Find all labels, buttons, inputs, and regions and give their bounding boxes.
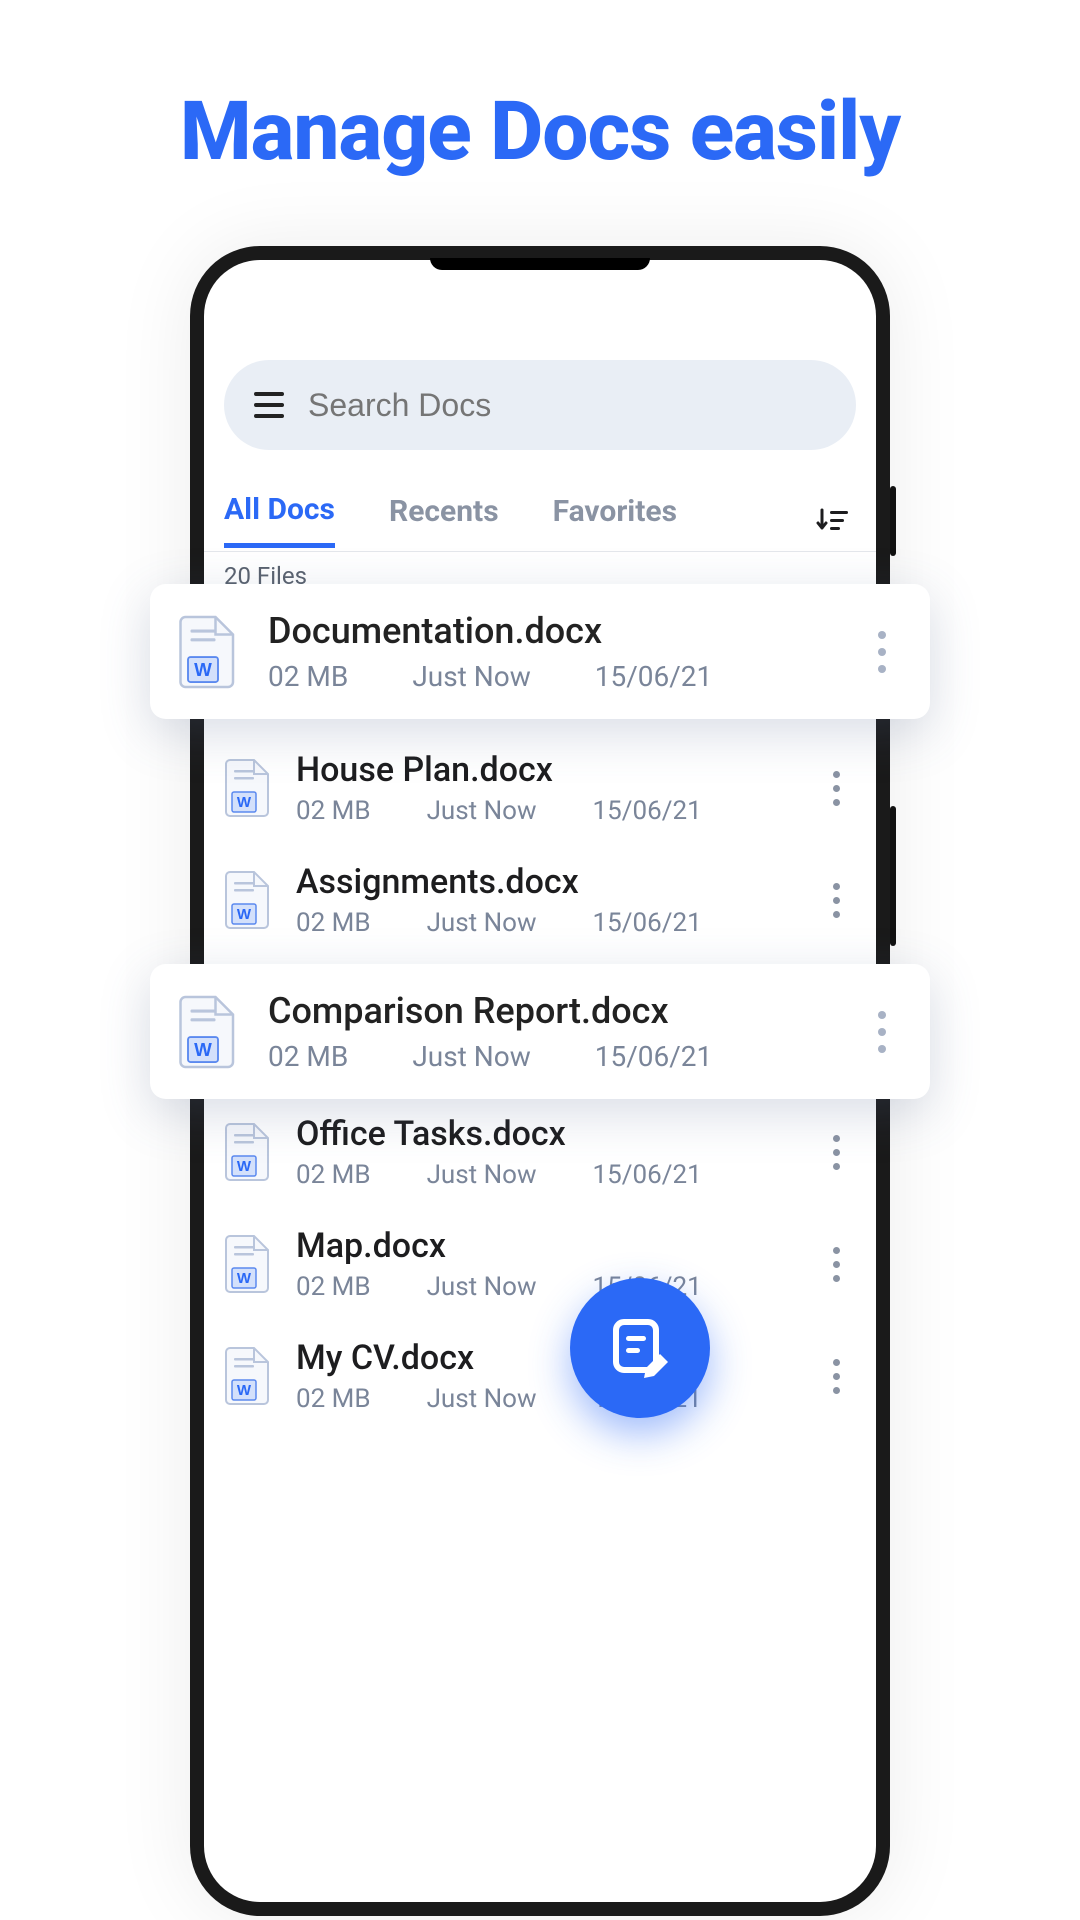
more-options-button[interactable] (862, 631, 902, 673)
file-row-highlighted[interactable]: Documentation.docx 02 MB Just Now 15/06/… (150, 584, 930, 719)
more-options-button[interactable] (816, 883, 856, 918)
file-name: Assignments.docx (296, 862, 816, 902)
more-options-button[interactable] (816, 1247, 856, 1282)
more-options-button[interactable] (862, 1011, 902, 1053)
file-time: Just Now (427, 1272, 537, 1302)
file-time: Just Now (427, 796, 537, 826)
file-time: Just Now (427, 1384, 537, 1414)
docx-icon (224, 1122, 272, 1182)
file-name: House Plan.docx (296, 750, 816, 790)
docx-icon (224, 758, 272, 818)
page-title: Manage Docs easily (0, 84, 1080, 180)
file-time: Just Now (427, 1160, 537, 1190)
phone-side-button (890, 806, 896, 946)
file-name: Comparison Report.docx (268, 990, 852, 1032)
search-input[interactable] (308, 387, 836, 424)
file-size: 02 MB (296, 1272, 371, 1302)
file-date: 15/06/21 (593, 1160, 702, 1190)
file-row[interactable]: Map.docx 02 MB Just Now 15/06/21 (204, 1208, 876, 1320)
file-time: Just Now (412, 1040, 530, 1073)
file-size: 02 MB (296, 1160, 371, 1190)
file-size: 02 MB (296, 796, 371, 826)
file-row[interactable]: Office Tasks.docx 02 MB Just Now 15/06/2… (204, 1096, 876, 1208)
compose-icon (606, 1314, 674, 1382)
file-row[interactable]: My CV.docx 02 MB Just Now 15/06/21 (204, 1320, 876, 1432)
file-row[interactable]: Assignments.docx 02 MB Just Now 15/06/21 (204, 844, 876, 956)
docx-icon (224, 1346, 272, 1406)
sort-icon (816, 506, 852, 534)
file-size: 02 MB (296, 908, 371, 938)
more-options-button[interactable] (816, 1359, 856, 1394)
file-date: 15/06/21 (595, 660, 713, 693)
new-document-fab[interactable] (570, 1278, 710, 1418)
tab-all-docs[interactable]: All Docs (224, 492, 335, 548)
tab-bar: All Docs Recents Favorites (204, 488, 876, 552)
docx-icon (224, 1234, 272, 1294)
file-size: 02 MB (296, 1384, 371, 1414)
more-options-button[interactable] (816, 771, 856, 806)
file-time: Just Now (412, 660, 530, 693)
phone-side-button (890, 486, 896, 556)
more-options-button[interactable] (816, 1135, 856, 1170)
file-name: Documentation.docx (268, 610, 852, 652)
tab-favorites[interactable]: Favorites (553, 494, 677, 545)
file-name: Office Tasks.docx (296, 1114, 816, 1154)
file-time: Just Now (427, 908, 537, 938)
file-date: 15/06/21 (595, 1040, 713, 1073)
file-row[interactable]: House Plan.docx 02 MB Just Now 15/06/21 (204, 732, 876, 844)
file-date: 15/06/21 (593, 908, 702, 938)
file-size: 02 MB (268, 660, 348, 693)
search-bar[interactable] (224, 360, 856, 450)
menu-icon[interactable] (244, 380, 294, 430)
docx-icon (178, 994, 238, 1070)
file-name: Map.docx (296, 1226, 816, 1266)
sort-button[interactable] (812, 498, 856, 542)
docx-icon (224, 870, 272, 930)
file-row-highlighted[interactable]: Comparison Report.docx 02 MB Just Now 15… (150, 964, 930, 1099)
file-size: 02 MB (268, 1040, 348, 1073)
tab-recents[interactable]: Recents (389, 494, 499, 545)
docx-icon (178, 614, 238, 690)
file-date: 15/06/21 (593, 796, 702, 826)
file-name: My CV.docx (296, 1338, 816, 1378)
